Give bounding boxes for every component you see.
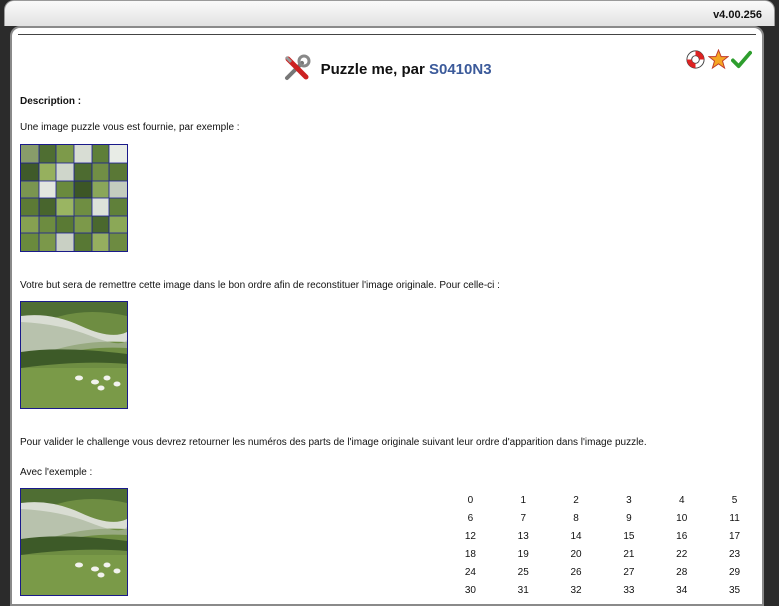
grid-number: 8 (573, 513, 579, 524)
grid-number: 2 (573, 495, 579, 506)
grid-number: 31 (517, 585, 529, 596)
challenge-actions (685, 49, 752, 70)
validation-text: Pour valider le challenge vous devrez re… (20, 437, 647, 448)
grid-number: 9 (626, 513, 632, 524)
lifebuoy-icon[interactable] (685, 49, 706, 70)
grid-number: 11 (729, 513, 740, 524)
grid-number: 1 (520, 495, 527, 506)
original-image (20, 301, 128, 409)
title-prefix: Puzzle me, par (320, 60, 425, 78)
goal-text: Votre but sera de remettre cette image d… (20, 280, 500, 291)
grid-number: 32 (570, 585, 582, 596)
example-label: Avec l'exemple : (20, 467, 93, 478)
grid-number: 29 (729, 567, 741, 578)
grid-number: 18 (464, 549, 476, 560)
description-label: Description : (20, 96, 82, 107)
grid-number: 17 (729, 531, 741, 542)
top-bar: v4.00.256 (4, 0, 775, 26)
grid-number: 3 (626, 495, 632, 506)
intro-text: Une image puzzle vous est fournie, par e… (20, 122, 240, 133)
puzzle-image (20, 144, 128, 252)
grid-number: 34 (676, 585, 688, 596)
grid-number: 25 (517, 567, 529, 578)
grid-number: 22 (676, 549, 688, 560)
grid-number: 7 (520, 513, 527, 524)
grid-number: 35 (729, 585, 741, 596)
grid-number: 13 (517, 531, 529, 542)
page-title: Puzzle me, par S0410N3 (18, 53, 756, 87)
grid-number: 10 (676, 513, 688, 524)
tools-icon (282, 53, 312, 87)
author-link[interactable]: S0410N3 (429, 61, 492, 78)
part-number-grid: 0 1 2 3 4 5 6 7 8 9 10 11 12 13 14 15 16 17 18 19 20 21 22 23 24… (444, 494, 761, 597)
version-label: v4.00.256 (713, 9, 762, 21)
grid-number: 19 (517, 549, 529, 560)
star-icon[interactable] (708, 49, 729, 70)
checkmark-icon[interactable] (731, 49, 752, 70)
grid-number: 21 (623, 549, 635, 560)
grid-number: 12 (464, 531, 476, 542)
grid-number: 24 (464, 567, 476, 578)
challenge-panel: Puzzle me, par S0410N3 Description: Une… (10, 26, 764, 606)
grid-number: 33 (623, 585, 635, 596)
grid-number: 4 (678, 495, 685, 506)
challenge-content: Puzzle me, par S0410N3 Description: Une… (18, 34, 756, 604)
grid-number: 16 (676, 531, 688, 542)
grid-number: 26 (570, 567, 582, 578)
example-image (20, 488, 128, 596)
grid-number: 28 (676, 567, 688, 578)
grid-number: 5 (731, 495, 738, 506)
grid-number: 0 (467, 495, 474, 506)
grid-number: 14 (570, 531, 582, 542)
grid-number: 15 (623, 531, 635, 542)
grid-number: 6 (467, 513, 474, 524)
grid-number: 27 (623, 567, 635, 578)
grid-number: 30 (464, 585, 476, 596)
grid-number: 23 (729, 549, 741, 560)
grid-number: 20 (570, 549, 582, 560)
